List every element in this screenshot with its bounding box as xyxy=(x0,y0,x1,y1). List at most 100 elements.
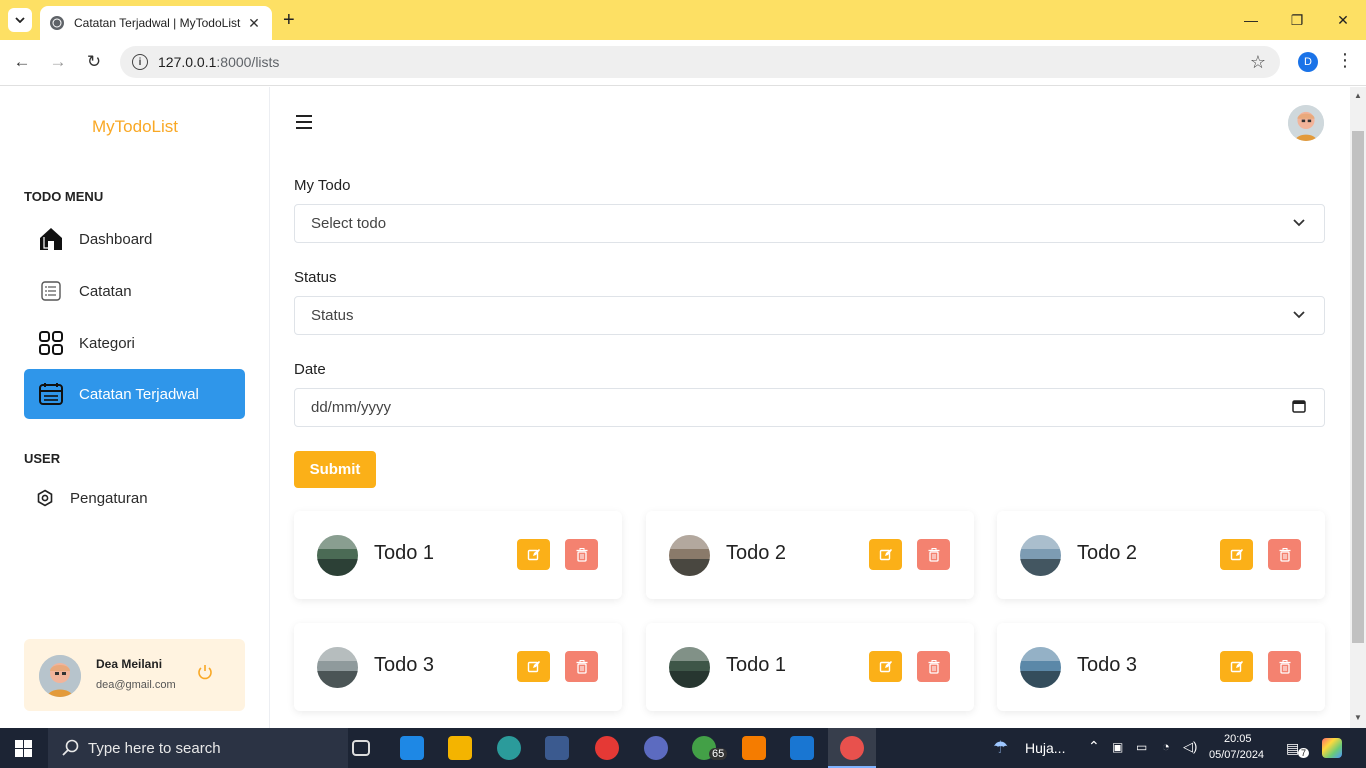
delete-button[interactable] xyxy=(917,651,950,682)
clock-date[interactable]: 05/07/2024 xyxy=(1209,749,1264,761)
scroll-up-icon[interactable]: ▲ xyxy=(1354,91,1362,100)
todo-card: Todo 1 xyxy=(294,511,622,599)
page-scrollbar[interactable]: ▲ ▼ xyxy=(1350,87,1366,728)
file-explorer-icon[interactable] xyxy=(448,736,472,760)
vscode-icon[interactable] xyxy=(790,736,814,760)
sidebar-item-catatan-terjadwal[interactable]: Catatan Terjadwal xyxy=(24,369,245,419)
wifi-icon[interactable]: ◔ xyxy=(1162,739,1170,754)
edit-button[interactable] xyxy=(869,539,902,570)
delete-button[interactable] xyxy=(1268,539,1301,570)
submit-button[interactable]: Submit xyxy=(294,451,376,488)
chrome-icon[interactable] xyxy=(595,736,619,760)
profile-avatar[interactable]: D xyxy=(1298,52,1318,72)
weather-text[interactable]: Huja... xyxy=(1025,740,1065,756)
settings-icon xyxy=(34,483,56,513)
brand-logo[interactable]: MyTodoList xyxy=(0,117,270,137)
delete-button[interactable] xyxy=(565,651,598,682)
forward-button[interactable]: → xyxy=(47,52,69,72)
todo-thumbnail xyxy=(1020,535,1061,576)
url-text: 127.0.0.1:8000/lists xyxy=(158,54,280,70)
xampp-icon[interactable] xyxy=(742,736,766,760)
calendar-icon[interactable] xyxy=(1292,399,1306,413)
trash-icon xyxy=(1279,659,1290,674)
mail-icon[interactable] xyxy=(400,736,424,760)
status-select-value: Status xyxy=(311,307,354,324)
globe-icon xyxy=(50,16,64,30)
reload-button[interactable]: ↻ xyxy=(83,52,105,72)
date-input[interactable]: dd/mm/yyyy xyxy=(294,388,1325,427)
volume-icon[interactable]: ◁) xyxy=(1183,739,1197,755)
header-avatar[interactable] xyxy=(1288,105,1324,141)
power-icon[interactable] xyxy=(196,663,214,686)
new-tab-button[interactable]: + xyxy=(283,9,295,32)
task-view-icon[interactable] xyxy=(352,740,370,756)
windows-start-icon[interactable] xyxy=(15,740,32,762)
chevron-down-icon xyxy=(1293,219,1305,227)
more-menu-icon[interactable]: ⋮ xyxy=(1336,50,1354,71)
sidebar-item-kategori[interactable]: Kategori xyxy=(24,318,245,368)
page: MyTodoList TODO MENU Dashboard Catatan K… xyxy=(0,87,1350,728)
user-email: dea@gmail.com xyxy=(96,679,176,691)
sidebar-item-label: Catatan Terjadwal xyxy=(79,385,199,403)
minimize-button[interactable]: — xyxy=(1228,0,1274,40)
todo-title: Todo 2 xyxy=(726,542,787,564)
back-button[interactable]: ← xyxy=(11,52,33,72)
close-window-button[interactable]: ✕ xyxy=(1320,0,1366,40)
tray-network-icon[interactable]: ▣ xyxy=(1112,740,1123,754)
browser-tab-bar: Catatan Terjadwal | MyTodoList ✕ + — ❐ ✕ xyxy=(0,0,1366,40)
scrollbar-thumb[interactable] xyxy=(1352,131,1364,643)
delete-button[interactable] xyxy=(1268,651,1301,682)
sidebar-item-catatan[interactable]: Catatan xyxy=(24,266,245,316)
battery-icon[interactable]: ▭ xyxy=(1136,740,1147,754)
copilot-icon[interactable] xyxy=(1322,738,1342,758)
edit-button[interactable] xyxy=(869,651,902,682)
edit-button[interactable] xyxy=(1220,539,1253,570)
active-app-highlight xyxy=(828,728,876,768)
notification-count: 7 xyxy=(1298,748,1310,758)
scroll-down-icon[interactable]: ▼ xyxy=(1354,713,1362,722)
edit-button[interactable] xyxy=(517,539,550,570)
tray-chevron-icon[interactable]: ⌃ xyxy=(1088,738,1100,755)
user-name: Dea Meilani xyxy=(96,657,163,671)
todo-title: Todo 3 xyxy=(1077,654,1138,676)
trash-icon xyxy=(576,547,587,562)
delete-button[interactable] xyxy=(917,539,950,570)
calendar-notes-icon xyxy=(36,379,66,409)
edit-icon xyxy=(1230,660,1243,672)
discord-icon[interactable] xyxy=(644,736,668,760)
edit-button[interactable] xyxy=(1220,651,1253,682)
weather-icon[interactable]: ☂ xyxy=(993,738,1008,758)
delete-button[interactable] xyxy=(565,539,598,570)
edit-icon xyxy=(527,660,540,672)
todo-title: Todo 3 xyxy=(374,654,435,676)
sidebar-item-pengaturan[interactable]: Pengaturan xyxy=(24,473,245,523)
todo-thumbnail xyxy=(669,535,710,576)
date-label: Date xyxy=(294,361,326,378)
hamburger-menu-icon[interactable] xyxy=(296,115,312,133)
close-tab-icon[interactable]: ✕ xyxy=(246,15,262,32)
edit-button[interactable] xyxy=(517,651,550,682)
info-icon[interactable]: i xyxy=(132,54,148,70)
restore-button[interactable]: ❐ xyxy=(1274,0,1320,40)
address-bar-row: ← → ↻ i 127.0.0.1:8000/lists ☆ D ⋮ xyxy=(0,40,1366,86)
sidebar-item-label: Dashboard xyxy=(79,230,153,248)
browser-tab[interactable]: Catatan Terjadwal | MyTodoList ✕ xyxy=(40,6,272,40)
status-select[interactable]: Status xyxy=(294,296,1325,335)
edge-icon[interactable] xyxy=(497,736,521,760)
todo-select-value: Select todo xyxy=(311,215,387,232)
bookmark-star-icon[interactable]: ☆ xyxy=(1250,52,1266,73)
sidebar-item-dashboard[interactable]: Dashboard xyxy=(24,214,245,264)
todo-label: My Todo xyxy=(294,177,351,194)
user-section-title: USER xyxy=(24,451,61,466)
clock-time[interactable]: 20:05 xyxy=(1224,733,1252,745)
sidebar-item-label: Catatan xyxy=(79,282,132,300)
taskbar-search-input[interactable]: Type here to search xyxy=(48,728,348,768)
todo-select[interactable]: Select todo xyxy=(294,204,1325,243)
sidebar-item-label: Kategori xyxy=(79,334,135,352)
avatar[interactable] xyxy=(39,655,81,697)
trash-icon xyxy=(928,547,939,562)
url-input[interactable]: i 127.0.0.1:8000/lists ☆ xyxy=(120,46,1280,78)
tab-search-button[interactable] xyxy=(8,8,32,32)
trash-icon xyxy=(1279,547,1290,562)
app-icon[interactable] xyxy=(545,736,569,760)
